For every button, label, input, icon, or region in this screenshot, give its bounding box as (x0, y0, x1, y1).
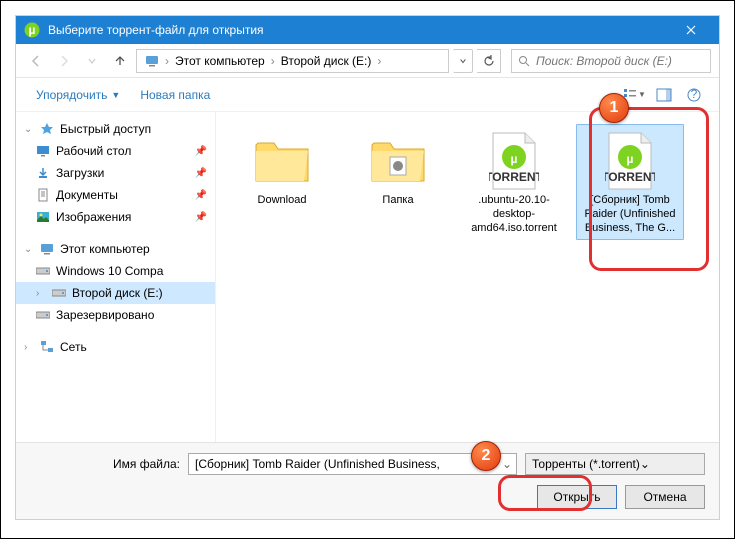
filetype-combobox[interactable]: Торренты (*.torrent) ⌄ (525, 453, 705, 475)
navigation-bar: › Этот компьютер › Второй диск (E:) › (16, 44, 719, 78)
breadcrumb-seg-pc[interactable]: Этот компьютер (171, 54, 269, 68)
torrent-file-icon: µ TORRENT (598, 129, 662, 193)
new-folder-button[interactable]: Новая папка (132, 84, 218, 106)
refresh-button[interactable] (477, 49, 501, 73)
document-icon (36, 188, 50, 202)
panel-icon (656, 87, 672, 103)
up-button[interactable] (108, 49, 132, 73)
body: ⌄Быстрый доступ Рабочий стол📌 Загрузки📌 … (16, 112, 719, 442)
preview-pane-button[interactable] (651, 82, 677, 108)
tree-downloads[interactable]: Загрузки📌 (16, 162, 215, 184)
title-bar: µ Выберите торрент-файл для открытия (16, 16, 719, 44)
help-button[interactable]: ? (681, 82, 707, 108)
search-input[interactable] (536, 54, 704, 68)
folder-icon (366, 129, 430, 193)
chevron-right-icon: › (377, 54, 381, 68)
search-icon (518, 55, 530, 67)
svg-text:µ: µ (29, 23, 36, 37)
download-icon (36, 166, 50, 180)
chevron-down-icon: ▼ (111, 90, 120, 100)
chevron-down-icon[interactable]: ⌄ (502, 457, 512, 471)
desktop-icon (36, 144, 50, 158)
view-icon (622, 87, 638, 103)
svg-text:?: ? (691, 88, 698, 101)
dialog-window: µ Выберите торрент-файл для открытия › Э… (15, 15, 720, 520)
breadcrumb-seg-disk[interactable]: Второй диск (E:) (277, 54, 376, 68)
svg-text:µ: µ (627, 152, 634, 166)
tree-pictures[interactable]: Изображения📌 (16, 206, 215, 228)
folder-download[interactable]: Download (228, 124, 336, 240)
star-icon (40, 122, 54, 136)
close-icon (686, 25, 696, 35)
refresh-icon (483, 55, 495, 67)
pin-icon: 📌 (195, 190, 207, 201)
cancel-button[interactable]: Отмена (625, 485, 705, 509)
window-title: Выберите торрент-файл для открытия (48, 23, 671, 37)
svg-text:µ: µ (511, 152, 518, 166)
svg-text:TORRENT: TORRENT (489, 170, 539, 184)
tree-desktop[interactable]: Рабочий стол📌 (16, 140, 215, 162)
folder-icon (250, 129, 314, 193)
open-button[interactable]: Открыть (537, 485, 617, 509)
arrow-right-icon (57, 54, 71, 68)
file-list[interactable]: Download Папка µTORRENT .ubuntu-20.10-de… (216, 112, 719, 442)
pin-icon: 📌 (195, 146, 207, 157)
close-button[interactable] (671, 16, 711, 44)
utorrent-icon: µ (24, 22, 40, 38)
chevron-down-icon: ⌄ (640, 457, 650, 471)
filename-input[interactable] (195, 457, 510, 471)
tree-quick-access[interactable]: ⌄Быстрый доступ (16, 118, 215, 140)
breadcrumb-pc-icon[interactable] (141, 54, 163, 68)
chevron-down-icon (87, 56, 97, 66)
pin-icon: 📌 (195, 212, 207, 223)
tree-reserved[interactable]: Зарезервировано (16, 304, 215, 326)
filename-combobox[interactable]: ⌄ (188, 453, 517, 475)
chevron-right-icon: › (165, 54, 169, 68)
torrent-file-icon: µ TORRENT (482, 129, 546, 193)
pictures-icon (36, 210, 50, 224)
drive-icon (36, 310, 50, 320)
sidebar-tree: ⌄Быстрый доступ Рабочий стол📌 Загрузки📌 … (16, 112, 216, 442)
svg-text:TORRENT: TORRENT (605, 170, 655, 184)
back-button[interactable] (24, 49, 48, 73)
organize-button[interactable]: Упорядочить ▼ (28, 84, 128, 106)
network-icon (40, 340, 54, 354)
computer-icon (40, 242, 54, 256)
tree-this-pc[interactable]: ⌄Этот компьютер (16, 238, 215, 260)
folder-papka[interactable]: Папка (344, 124, 452, 240)
help-icon: ? (687, 88, 701, 102)
arrow-up-icon (113, 54, 127, 68)
file-tombraider-torrent[interactable]: µTORRENT [Сборник] Tomb Raider (Unfinish… (576, 124, 684, 240)
tree-documents[interactable]: Документы📌 (16, 184, 215, 206)
drive-icon (52, 288, 66, 298)
drive-icon (36, 266, 50, 276)
file-ubuntu-torrent[interactable]: µTORRENT .ubuntu-20.10-desktop-amd64.iso… (460, 124, 568, 240)
tree-win10[interactable]: Windows 10 Compa (16, 260, 215, 282)
forward-button[interactable] (52, 49, 76, 73)
footer: Имя файла: ⌄ Торренты (*.torrent) ⌄ Откр… (16, 442, 719, 519)
view-options-button[interactable]: ▼ (621, 82, 647, 108)
arrow-left-icon (29, 54, 43, 68)
tree-disk2[interactable]: ›Второй диск (E:) (16, 282, 215, 304)
filename-label: Имя файла: (30, 457, 180, 471)
pin-icon: 📌 (195, 168, 207, 179)
search-box[interactable] (511, 49, 711, 73)
tree-network[interactable]: ›Сеть (16, 336, 215, 358)
toolbar: Упорядочить ▼ Новая папка ▼ ? (16, 78, 719, 112)
breadcrumb-dropdown[interactable] (453, 49, 473, 73)
chevron-right-icon: › (271, 54, 275, 68)
history-dropdown[interactable] (80, 49, 104, 73)
breadcrumb[interactable]: › Этот компьютер › Второй диск (E:) › (136, 49, 449, 73)
